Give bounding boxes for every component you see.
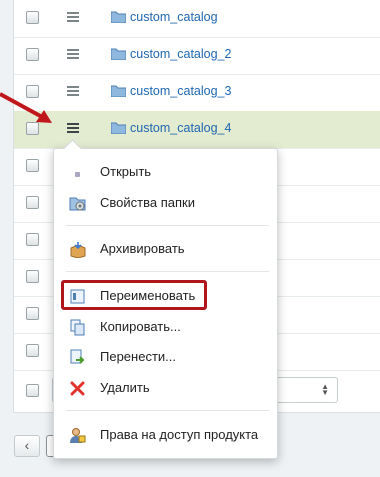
- move-icon: [70, 349, 85, 364]
- menu-item-delete[interactable]: Удалить: [54, 376, 277, 400]
- row-checkbox[interactable]: [26, 344, 39, 357]
- row-checkbox[interactable]: [26, 11, 39, 24]
- delete-icon: [70, 381, 85, 396]
- menu-item-archive[interactable]: Архивировать: [54, 237, 277, 261]
- menu-item-label: Открыть: [100, 164, 152, 179]
- menu-item-folder-properties[interactable]: Свойства папки: [54, 191, 277, 215]
- menu-item-label: Архивировать: [100, 241, 185, 256]
- menu-item-access-rights[interactable]: Права на доступ продукта: [54, 423, 277, 447]
- select-arrows-icon: ▲ ▼: [321, 382, 329, 397]
- folder-name-link[interactable]: custom_catalog_3: [130, 84, 231, 98]
- dot-icon: [75, 172, 80, 177]
- context-menu: Открыть Свойства папки Архивировать Пере…: [53, 139, 278, 459]
- row-checkbox[interactable]: [26, 48, 39, 61]
- folder-icon: [111, 122, 126, 134]
- table-row[interactable]: custom_catalog_2: [14, 37, 380, 75]
- row-checkbox[interactable]: [26, 159, 39, 172]
- menu-item-copy[interactable]: Копировать...: [54, 315, 277, 339]
- menu-separator: [66, 410, 269, 411]
- pager-prev-button[interactable]: ‹: [14, 435, 40, 457]
- rename-icon: [70, 289, 85, 304]
- menu-item-label: Перенести...: [100, 349, 176, 364]
- folder-icon: [111, 11, 126, 23]
- menu-item-label: Копировать...: [100, 319, 181, 334]
- row-checkbox[interactable]: [26, 270, 39, 283]
- menu-separator: [66, 225, 269, 226]
- folder-properties-icon: [69, 197, 86, 211]
- menu-item-open[interactable]: Открыть: [54, 160, 277, 184]
- menu-item-move[interactable]: Перенести...: [54, 345, 277, 369]
- access-rights-icon: [70, 428, 86, 443]
- folder-name-link[interactable]: custom_catalog_4: [130, 121, 231, 135]
- row-checkbox[interactable]: [26, 307, 39, 320]
- menu-item-label: Свойства папки: [100, 195, 195, 210]
- select-all-checkbox[interactable]: [26, 384, 39, 397]
- row-menu-icon[interactable]: [67, 123, 79, 134]
- table-row[interactable]: custom_catalog_3: [14, 74, 380, 112]
- row-checkbox[interactable]: [26, 196, 39, 209]
- folder-name-link[interactable]: custom_catalog_2: [130, 47, 231, 61]
- archive-box-icon: [70, 242, 86, 258]
- folder-icon: [111, 85, 126, 97]
- table-row[interactable]: custom_catalog: [14, 0, 380, 38]
- row-menu-icon[interactable]: [67, 12, 79, 23]
- menu-item-rename[interactable]: Переименовать: [54, 280, 277, 310]
- menu-separator: [66, 271, 269, 272]
- menu-item-label: Переименовать: [100, 288, 196, 303]
- menu-item-label: Удалить: [100, 380, 150, 395]
- folder-name-link[interactable]: custom_catalog: [130, 10, 218, 24]
- menu-item-label: Права на доступ продукта: [100, 427, 259, 442]
- row-checkbox[interactable]: [26, 233, 39, 246]
- row-menu-icon[interactable]: [67, 49, 79, 60]
- folder-icon: [111, 48, 126, 60]
- row-menu-icon[interactable]: [67, 86, 79, 97]
- pointer-arrow-icon: [0, 92, 52, 123]
- copy-icon: [70, 319, 85, 336]
